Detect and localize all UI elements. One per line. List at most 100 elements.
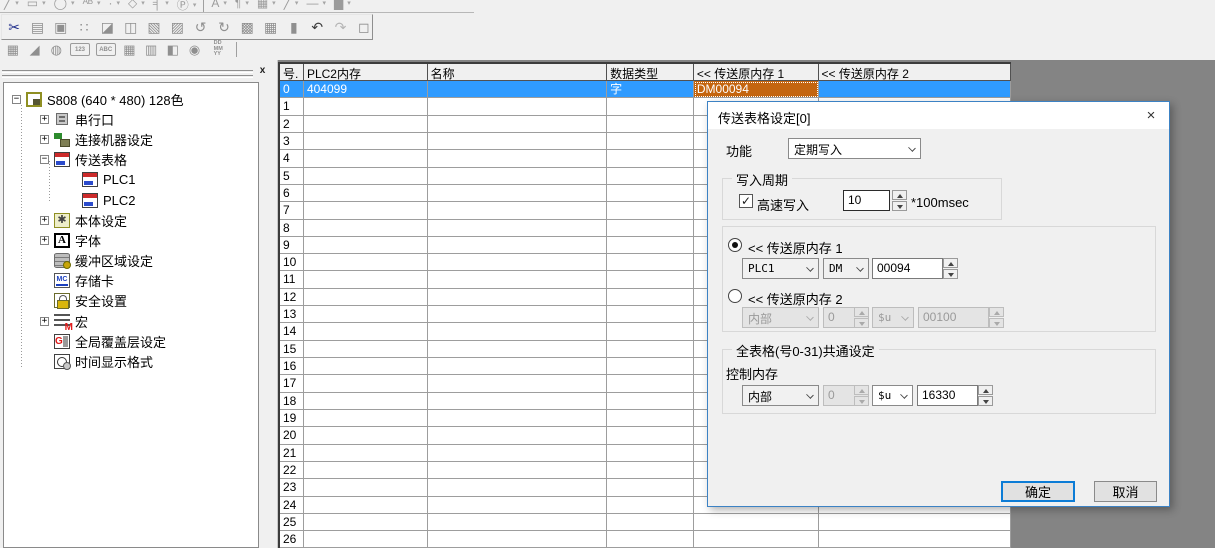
- table-cell[interactable]: [607, 375, 694, 392]
- table-cell[interactable]: [607, 479, 694, 496]
- table-cell[interactable]: [304, 185, 428, 202]
- sidebar-item-unit-settings[interactable]: +✱本体设定: [8, 210, 256, 230]
- source2-radio[interactable]: [728, 289, 742, 303]
- table-cell[interactable]: 22: [280, 462, 304, 479]
- table-cell[interactable]: [607, 341, 694, 358]
- table-cell[interactable]: [428, 531, 608, 548]
- sidebar-item-macro[interactable]: +宏: [8, 311, 256, 331]
- table-cell[interactable]: 4: [280, 150, 304, 167]
- function-select[interactable]: 定期写入: [788, 138, 921, 159]
- table-cell[interactable]: 3: [280, 133, 304, 150]
- table-cell[interactable]: [694, 514, 819, 531]
- table-cell[interactable]: [428, 445, 608, 462]
- table-cell[interactable]: [607, 168, 694, 185]
- ruler-tool[interactable]: —▾: [302, 0, 330, 10]
- pin-tool[interactable]: ¶▾: [231, 0, 253, 10]
- table-cell[interactable]: [607, 185, 694, 202]
- keypad-parts-icon[interactable]: ▦: [122, 42, 138, 58]
- table-row[interactable]: 0404099字DM00094: [280, 81, 1011, 98]
- table-cell[interactable]: [304, 202, 428, 219]
- table-cell[interactable]: [428, 271, 608, 288]
- table-cell[interactable]: [607, 306, 694, 323]
- paste-icon[interactable]: ▣: [53, 19, 69, 36]
- slash-tool[interactable]: ╱▾: [280, 0, 303, 10]
- rotate-right-icon[interactable]: ↻: [216, 19, 232, 36]
- close-icon[interactable]: ×: [1139, 105, 1163, 125]
- source1-address-spinner[interactable]: [943, 258, 958, 279]
- table-cell[interactable]: [428, 410, 608, 427]
- date-display-icon[interactable]: DD MM YY: [208, 42, 228, 58]
- transfer-parts-icon[interactable]: ◧: [165, 42, 181, 58]
- table-cell[interactable]: [428, 462, 608, 479]
- graph-parts-icon[interactable]: ▥: [143, 42, 159, 58]
- table-cell[interactable]: [304, 150, 428, 167]
- redo-icon[interactable]: ↷: [332, 19, 348, 36]
- char-style-tool[interactable]: A▾: [207, 0, 231, 10]
- sidebar-item-security[interactable]: 安全设置: [8, 291, 256, 311]
- column-header[interactable]: 数据类型: [607, 64, 694, 81]
- table-cell[interactable]: [428, 150, 608, 167]
- ungroup-icon[interactable]: ◫: [123, 19, 139, 36]
- table-cell[interactable]: [428, 220, 608, 237]
- column-header[interactable]: PLC2内存: [304, 64, 428, 81]
- table-cell[interactable]: [607, 445, 694, 462]
- table-cell[interactable]: [607, 116, 694, 133]
- table-cell[interactable]: [304, 254, 428, 271]
- draw-text-tool[interactable]: ᴬᴮ▾: [79, 0, 105, 10]
- table-cell[interactable]: [428, 393, 608, 410]
- table-cell[interactable]: 26: [280, 531, 304, 548]
- source1-address-input[interactable]: 00094: [872, 258, 943, 279]
- table-cell[interactable]: [304, 375, 428, 392]
- table-cell[interactable]: [607, 150, 694, 167]
- sidebar-item-plc2[interactable]: PLC2: [8, 190, 256, 210]
- table-cell[interactable]: 0: [280, 81, 304, 98]
- table-cell[interactable]: [428, 185, 608, 202]
- column-header[interactable]: 名称: [428, 64, 608, 81]
- control-address-input[interactable]: 16330: [917, 385, 978, 406]
- source1-device-select[interactable]: PLC1: [742, 258, 819, 279]
- sidebar-item-memory-card[interactable]: MC存储卡: [8, 271, 256, 291]
- table-cell[interactable]: [304, 323, 428, 340]
- table-cell[interactable]: [304, 514, 428, 531]
- table-cell[interactable]: 6: [280, 185, 304, 202]
- lamp-parts-icon[interactable]: ◍: [48, 42, 64, 58]
- table-cell[interactable]: [428, 306, 608, 323]
- table-cell[interactable]: [428, 358, 608, 375]
- table-cell[interactable]: [428, 81, 608, 98]
- copy-icon[interactable]: ▤: [29, 19, 45, 36]
- table-cell[interactable]: [304, 271, 428, 288]
- table-cell[interactable]: 7: [280, 202, 304, 219]
- table-cell[interactable]: [428, 375, 608, 392]
- table-cell[interactable]: [607, 254, 694, 271]
- table-cell[interactable]: 10: [280, 254, 304, 271]
- multi-copy2-icon[interactable]: ▦: [262, 19, 278, 36]
- table-cell[interactable]: 8: [280, 220, 304, 237]
- source1-cell[interactable]: DM00094: [694, 81, 819, 98]
- expand-icon[interactable]: +: [40, 115, 49, 124]
- table-row[interactable]: 26: [280, 531, 1011, 548]
- table-cell[interactable]: [607, 323, 694, 340]
- panel-splitter[interactable]: [268, 60, 278, 548]
- control-type-select[interactable]: $u: [872, 385, 913, 406]
- table-cell[interactable]: [304, 393, 428, 410]
- table-cell[interactable]: [428, 497, 608, 514]
- collapse-icon[interactable]: −: [12, 95, 21, 104]
- table-cell[interactable]: [428, 289, 608, 306]
- table-cell[interactable]: 19: [280, 410, 304, 427]
- table-cell[interactable]: [428, 168, 608, 185]
- write-cycle-spinner[interactable]: [892, 190, 907, 211]
- table-cell[interactable]: [304, 168, 428, 185]
- table-cell[interactable]: [694, 531, 819, 548]
- marker-icon[interactable]: ▮: [286, 19, 302, 36]
- table-cell[interactable]: [428, 514, 608, 531]
- table-cell[interactable]: [607, 237, 694, 254]
- sidebar-item-device-connection[interactable]: +连接机器设定: [8, 129, 256, 149]
- table-cell[interactable]: [304, 497, 428, 514]
- edit-vertex-icon[interactable]: ▧: [146, 19, 162, 36]
- draw-scale-tool[interactable]: ╡▾: [149, 0, 173, 10]
- table-cell[interactable]: [304, 479, 428, 496]
- table-cell[interactable]: 5: [280, 168, 304, 185]
- table-cell[interactable]: [304, 410, 428, 427]
- table-cell[interactable]: [304, 531, 428, 548]
- table-cell[interactable]: [428, 341, 608, 358]
